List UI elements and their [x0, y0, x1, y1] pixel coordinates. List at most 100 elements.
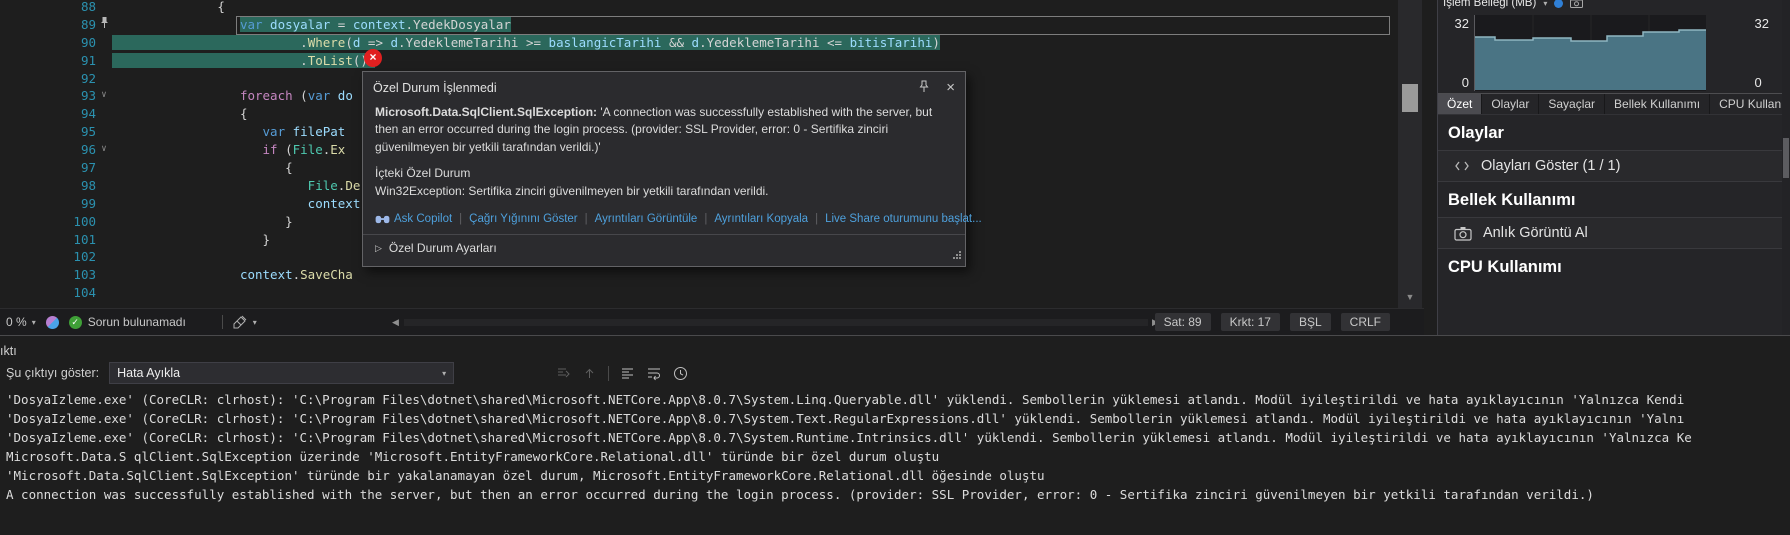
exception-action-link[interactable]: Ayrıntıları Görüntüle: [595, 213, 698, 225]
line-number[interactable]: 88: [0, 0, 96, 16]
link-separator: |: [815, 213, 819, 226]
show-events-button[interactable]: Olayları Göster (1 / 1): [1438, 150, 1790, 182]
issues-label: Sorun bulunamadı: [87, 315, 186, 329]
editor-vertical-scrollbar[interactable]: ▼: [1398, 0, 1422, 308]
output-window: Çıktı Şu çıktıyı göster: Hata Ayıkla ▾ '…: [0, 335, 1790, 535]
zoom-control[interactable]: 0 % ▾: [6, 315, 36, 329]
scroll-down-icon[interactable]: ▼: [1398, 292, 1422, 302]
line-number[interactable]: 94: [0, 105, 96, 123]
scroll-left-icon[interactable]: ◀: [392, 317, 399, 328]
camera-icon[interactable]: [1570, 0, 1584, 8]
memory-chart: 32 0 32 0: [1438, 13, 1790, 93]
line-number[interactable]: 101: [0, 231, 96, 249]
exception-helper-popup: × Özel Durum İşlenmedi × Microsoft.Data.…: [362, 49, 982, 267]
take-snapshot-label: Anlık Görüntü Al: [1483, 225, 1588, 241]
code-line[interactable]: 103 context.SaveCha: [0, 266, 1398, 284]
previous-message-icon: [585, 368, 594, 378]
link-separator: |: [704, 213, 708, 226]
events-icon: [1455, 161, 1469, 171]
fold-gutter: [96, 52, 112, 70]
status-line-number[interactable]: Sat: 89: [1154, 313, 1211, 331]
chevron-down-icon: ▾: [31, 317, 36, 327]
code-line[interactable]: 89 var dosyalar = context.YedekDosyalar: [0, 15, 1398, 35]
exception-action-link[interactable]: Çağrı Yığınını Göster: [469, 213, 577, 225]
right-y-axis-max: 32: [1754, 16, 1769, 31]
line-number[interactable]: 95: [0, 123, 96, 141]
take-snapshot-button[interactable]: Anlık Görüntü Al: [1438, 217, 1790, 249]
diagnostics-tab[interactable]: Bellek Kullanımı: [1605, 94, 1711, 114]
issues-indicator[interactable]: ✓ Sorun bulunamadı: [68, 315, 186, 329]
scrollbar-thumb[interactable]: [1402, 84, 1418, 112]
word-wrap-icon[interactable]: [646, 366, 662, 381]
output-source-value: Hata Ayıkla: [117, 366, 181, 380]
line-number[interactable]: 104: [0, 284, 96, 302]
line-number[interactable]: 93: [0, 87, 96, 105]
horizontal-scrollbar[interactable]: [404, 319, 1148, 326]
copilot-icon: [375, 215, 390, 223]
line-number[interactable]: 91: [0, 52, 96, 70]
line-number[interactable]: 103: [0, 266, 96, 284]
exception-settings-label: Özel Durum Ayarları: [388, 241, 497, 256]
output-source-dropdown[interactable]: Hata Ayıkla ▾: [109, 362, 455, 384]
clear-all-icon[interactable]: [620, 366, 635, 381]
close-icon[interactable]: ×: [946, 80, 955, 95]
info-icon[interactable]: [1554, 0, 1564, 8]
events-heading: Olaylar: [1448, 124, 1504, 142]
line-number[interactable]: 96: [0, 141, 96, 159]
editor-status-bar: 0 % ▾ ✓ Sorun bulunamadı ▾ ◀ ▶ Sat: 89 K…: [0, 308, 1424, 335]
line-number[interactable]: 90: [0, 34, 96, 52]
pin-icon[interactable]: [918, 80, 930, 96]
code-line[interactable]: 104: [0, 284, 1398, 302]
cpu-heading: CPU Kullanımı: [1448, 258, 1562, 276]
visual-studio-debug-screen: { "icons": { "close": "×", "caret_down":…: [0, 0, 1790, 535]
status-line-ending[interactable]: CRLF: [1340, 313, 1390, 331]
code-cleanup-button[interactable]: ▾: [233, 315, 257, 329]
line-number[interactable]: 98: [0, 177, 96, 195]
code-line-text: [112, 284, 1398, 302]
code-line-text: context.SaveCha: [239, 267, 353, 283]
goto-message-icon: [558, 368, 570, 377]
exception-settings-expander[interactable]: ▷ Özel Durum Ayarları: [363, 235, 965, 261]
diagnostics-tab[interactable]: Özet: [1438, 94, 1483, 114]
panel-scrollbar[interactable]: [1782, 0, 1790, 335]
chevron-down-icon: ▾: [252, 317, 257, 327]
error-badge-icon: ×: [364, 49, 382, 67]
exception-action-link[interactable]: Ask Copilot: [375, 213, 452, 225]
line-number[interactable]: 102: [0, 248, 96, 266]
code-line[interactable]: 90 .Where(d => d.YedeklemeTarihi >= basl…: [0, 34, 1398, 52]
code-line-text: {: [217, 0, 225, 14]
output-text-area[interactable]: 'DosyaIzleme.exe' (CoreCLR: clrhost): 'C…: [6, 390, 1790, 535]
scrollbar-thumb[interactable]: [1783, 138, 1789, 178]
fold-gutter: [96, 70, 112, 88]
diagnostics-tab[interactable]: Sayaçlar: [1539, 94, 1606, 114]
timestamp-clock-icon[interactable]: [673, 366, 688, 381]
line-number[interactable]: 100: [0, 213, 96, 231]
code-line[interactable]: 91 .ToList();: [0, 52, 1398, 70]
status-spaces-mode[interactable]: BŞL: [1289, 313, 1331, 331]
exception-action-link[interactable]: Live Share oturumunu başlat...: [825, 213, 982, 225]
chart-title: İşlem Belleği (MB): [1443, 0, 1537, 9]
output-line: 'DosyaIzleme.exe' (CoreCLR: clrhost): 'C…: [6, 392, 1685, 407]
right-y-axis-min: 0: [1754, 75, 1762, 90]
inner-exception-header: İçteki Özel Durum: [375, 166, 471, 181]
memory-chart-plot: [1474, 15, 1706, 91]
diagnostics-tab[interactable]: CPU Kullanımı: [1710, 94, 1790, 114]
output-window-title: Çıktı: [0, 344, 17, 358]
chevron-down-icon[interactable]: ▾: [1543, 0, 1547, 8]
line-number[interactable]: 92: [0, 70, 96, 88]
fold-chevron-icon[interactable]: ∨: [96, 87, 112, 105]
toolbar-separator: [608, 365, 610, 381]
expander-triangle-icon: ▷: [375, 242, 382, 253]
fold-gutter: [96, 266, 112, 284]
document-health-icon[interactable]: [45, 315, 59, 329]
resize-grip-icon[interactable]: [952, 249, 962, 263]
status-column[interactable]: Krkt: 17: [1220, 313, 1280, 331]
fold-chevron-icon[interactable]: ∨: [96, 141, 112, 159]
line-number[interactable]: 89: [0, 16, 96, 34]
line-number[interactable]: 99: [0, 195, 96, 213]
line-number[interactable]: 97: [0, 159, 96, 177]
diagnostics-tab[interactable]: Olaylar: [1482, 94, 1540, 114]
code-line[interactable]: 88 {: [0, 0, 1398, 16]
exception-action-link[interactable]: Ayrıntıları Kopyala: [714, 213, 808, 225]
diagnostic-tools-panel: İşlem Belleği (MB) ▾ 32 0 32 0 Özet Olayl…: [1437, 0, 1790, 335]
